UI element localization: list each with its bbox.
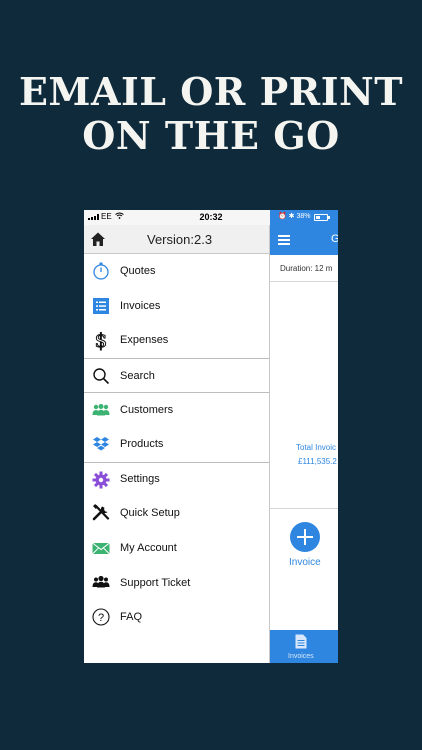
dropbox-icon <box>92 435 110 453</box>
total-invoices-amount: £111,535.2 <box>298 457 337 466</box>
menu-item-my-account[interactable]: My Account <box>84 531 269 566</box>
navigation-drawer: Version:2.3 Quotes Invoices $ Expenses S… <box>84 225 270 663</box>
menu-item-customers[interactable]: Customers <box>84 392 269 427</box>
envelope-icon <box>92 539 110 557</box>
menu-item-settings[interactable]: Settings <box>84 461 269 497</box>
stopwatch-icon <box>92 262 110 280</box>
duration-filter[interactable]: Duration: 12 m <box>270 255 338 282</box>
list-icon <box>92 297 110 315</box>
hamburger-menu-icon[interactable] <box>278 235 290 245</box>
menu-label-search: Search <box>120 369 155 382</box>
top-app-bar: G <box>270 225 338 255</box>
people-icon <box>92 401 110 419</box>
menu-label-faq: FAQ <box>120 611 143 624</box>
screen-title: G <box>331 233 338 245</box>
headline-line-1: EMAIL OR PRINT <box>18 69 404 114</box>
menu-label-support-ticket: Support Ticket <box>120 576 191 589</box>
menu-item-faq[interactable]: ? FAQ <box>84 600 269 635</box>
total-invoices-label: Total Invoic <box>296 443 337 452</box>
svg-text:?: ? <box>98 612 104 624</box>
duration-label: Duration: 12 m <box>280 264 333 273</box>
add-invoice-button[interactable] <box>290 522 320 552</box>
phone-screenshot: EE ⏰ ✱ 38% 20:32 Version:2.3 Quotes Invo… <box>84 210 338 663</box>
menu-label-quick-setup: Quick Setup <box>120 507 180 520</box>
tab-invoices[interactable]: Invoices <box>270 630 338 663</box>
headline-line-2: ON THE GO <box>82 113 340 158</box>
gear-icon <box>92 471 110 489</box>
menu-item-search[interactable]: Search <box>84 357 269 393</box>
menu-item-support-ticket[interactable]: Support Ticket <box>84 565 269 600</box>
menu-label-customers: Customers <box>120 404 174 417</box>
main-content: G Duration: 12 m Total Invoic £111,535.2… <box>270 225 338 663</box>
menu-item-quick-setup[interactable]: Quick Setup <box>84 496 269 531</box>
menu-item-products[interactable]: Products <box>84 427 269 462</box>
menu-item-expenses[interactable]: $ Expenses <box>84 323 269 358</box>
menu-label-quotes: Quotes <box>120 265 156 278</box>
menu-label-invoices: Invoices <box>120 299 161 312</box>
summary-area: Total Invoic £111,535.2 <box>270 282 338 509</box>
menu-label-my-account: My Account <box>120 542 177 555</box>
menu-item-invoices[interactable]: Invoices <box>84 289 269 324</box>
document-icon <box>295 634 307 649</box>
menu-item-quotes[interactable]: Quotes <box>84 254 269 289</box>
tools-icon <box>92 504 110 522</box>
search-icon <box>92 367 110 385</box>
promo-headline: EMAIL OR PRINT ON THE GO <box>0 70 422 158</box>
add-invoice-label[interactable]: Invoice <box>289 557 321 568</box>
question-icon: ? <box>92 608 110 626</box>
dollar-icon: $ <box>94 328 108 353</box>
menu-label-expenses: Expenses <box>120 334 169 347</box>
menu-label-products: Products <box>120 438 164 451</box>
status-bar: EE ⏰ ✱ 38% 20:32 <box>84 210 338 225</box>
drawer-header: Version:2.3 <box>84 225 269 254</box>
status-time: 20:32 <box>199 212 223 222</box>
menu-label-settings: Settings <box>120 473 160 486</box>
home-icon[interactable] <box>90 231 106 247</box>
version-label: Version:2.3 <box>147 232 213 247</box>
tab-label-invoices: Invoices <box>288 653 314 660</box>
group-icon <box>92 573 110 591</box>
